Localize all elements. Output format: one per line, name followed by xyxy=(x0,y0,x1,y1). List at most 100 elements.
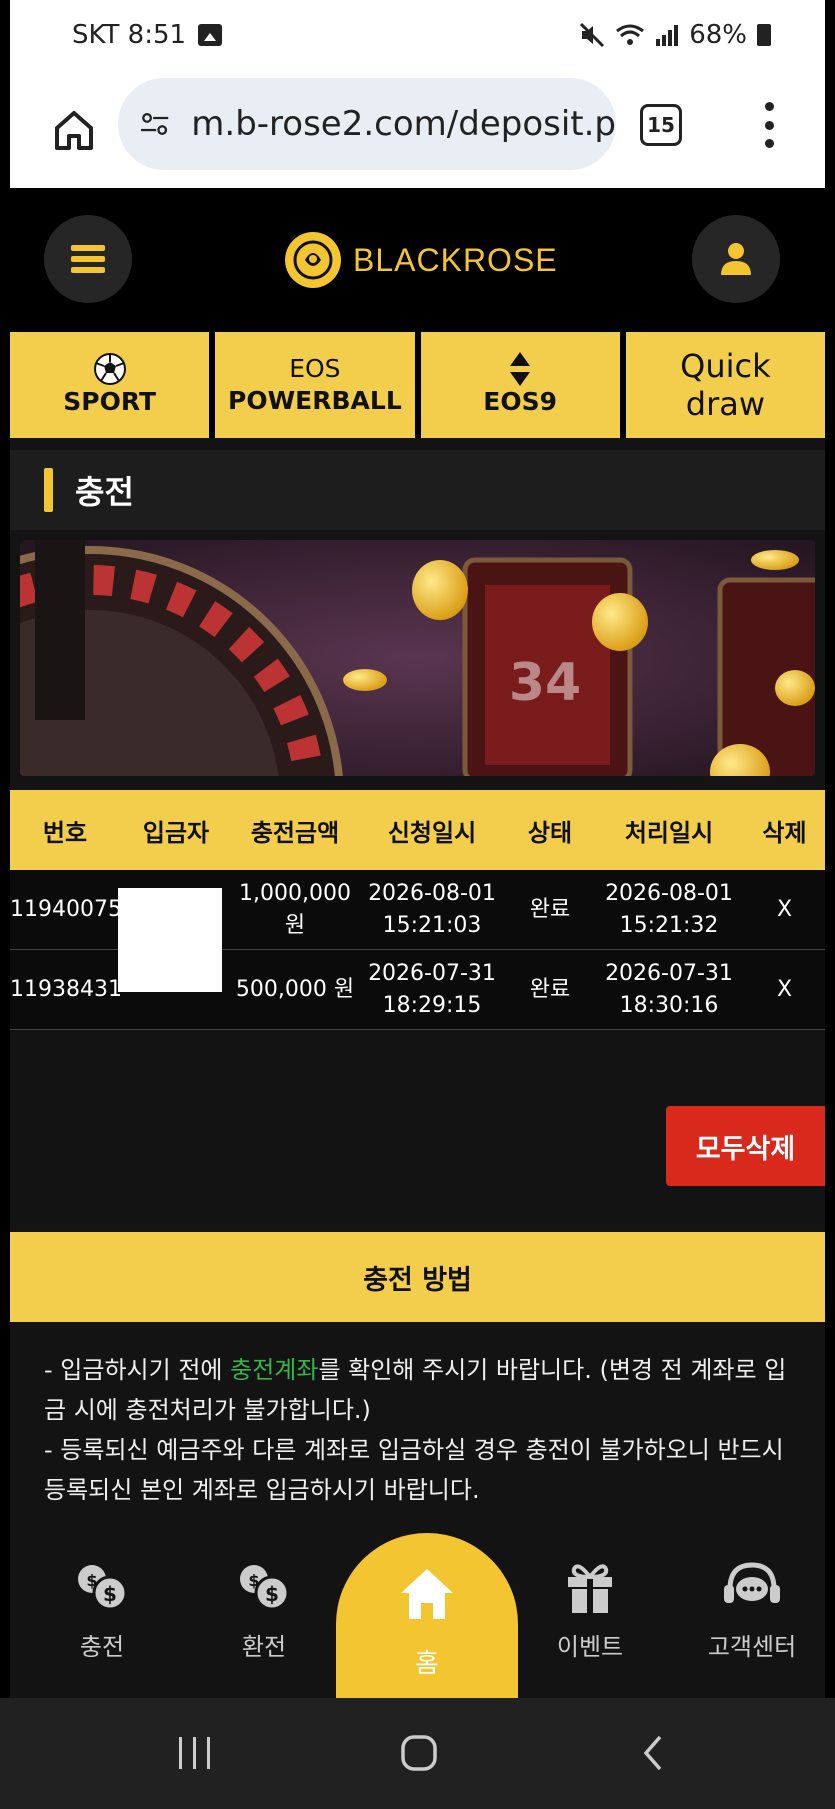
up-down-arrow-icon xyxy=(510,352,531,386)
game-nav-label-line2: draw xyxy=(685,385,765,423)
process-time: 15:21:32 xyxy=(619,912,719,938)
android-home-button[interactable] xyxy=(394,1728,444,1778)
dot xyxy=(764,120,774,130)
hamburger-icon xyxy=(71,240,105,278)
coins-icon: $$ xyxy=(240,1565,290,1611)
mute-icon xyxy=(580,22,605,48)
svg-text:$: $ xyxy=(86,1571,97,1590)
game-nav-eos9[interactable]: EOS9 xyxy=(420,332,620,438)
dot xyxy=(764,139,774,148)
battery-percent: 68% xyxy=(689,20,747,50)
banner-card-number: 34 xyxy=(509,653,581,713)
dot xyxy=(764,102,774,111)
bottom-nav-home[interactable]: 홈 xyxy=(336,1533,518,1698)
instruction-line: - 등록되신 예금주와 다른 계좌로 입금하실 경우 충전이 불가하오니 반드시… xyxy=(44,1436,784,1504)
android-navigation-bar xyxy=(0,1698,835,1809)
row-process-datetime: 2026-08-01 15:21:32 xyxy=(594,878,744,942)
coin xyxy=(592,593,648,651)
home-outline-icon xyxy=(55,111,93,150)
deposit-account-link[interactable]: 충전계좌 xyxy=(230,1356,318,1384)
process-time: 18:30:16 xyxy=(619,992,719,1018)
game-nav-sport[interactable]: SPORT xyxy=(10,332,210,438)
bottom-nav-label: 고객센터 xyxy=(707,1633,797,1661)
coin xyxy=(775,670,815,706)
site-logo[interactable]: BLACKROSE xyxy=(285,232,558,288)
bottom-nav: $ $ 충전 $ $ 환전 홈 이벤트 고객센터 xyxy=(10,1533,825,1698)
headset-chat-icon xyxy=(724,1562,780,1603)
page-title: 충전 xyxy=(75,473,134,511)
game-nav-quick-draw[interactable]: Quick draw xyxy=(625,332,825,438)
row-request-datetime: 2026-08-01 15:21:03 xyxy=(358,878,506,942)
recent-apps-button[interactable] xyxy=(170,1728,220,1778)
url-text: m.b-rose2.com/deposit.p xyxy=(191,104,616,144)
coin xyxy=(412,560,468,620)
row-amount: 1,000,000 원 xyxy=(232,878,358,942)
status-bar: SKT 8:51 68% xyxy=(10,0,825,72)
bottom-nav-withdraw[interactable]: $ $ 환전 xyxy=(194,1555,334,1662)
row-id: 11938431 xyxy=(10,976,122,1002)
bottom-nav-label: 환전 xyxy=(241,1633,287,1661)
row-id: 11940075 xyxy=(10,896,122,922)
game-nav: SPORT EOS POWERBALL EOS9 Quick draw xyxy=(10,332,825,438)
col-header: 처리일시 xyxy=(624,818,714,847)
row-status: 완료 xyxy=(529,896,571,922)
browser-menu-button[interactable] xyxy=(762,102,776,148)
amount-line1: 500,000 원 xyxy=(235,976,355,1002)
bottom-nav-deposit[interactable]: $ $ 충전 xyxy=(32,1555,172,1662)
browser-home-button[interactable] xyxy=(44,100,104,160)
game-nav-label: EOS9 xyxy=(483,387,557,416)
method-title: 충전 방법 xyxy=(10,1232,825,1322)
game-nav-eos-powerball[interactable]: EOS POWERBALL xyxy=(215,332,415,438)
method-instructions: - 입금하시기 전에 충전계좌를 확인해 주시기 바랍니다. (변경 전 계좌로… xyxy=(10,1322,825,1522)
col-header: 입금자 xyxy=(142,818,210,847)
request-time: 18:29:15 xyxy=(382,992,482,1018)
back-chevron-icon xyxy=(643,1735,662,1771)
bottom-nav-event[interactable]: 이벤트 xyxy=(520,1555,660,1662)
battery-icon xyxy=(757,24,771,46)
instruction-line: - 입금하시기 전에 충전계좌를 확인해 주시기 바랍니다. (변경 전 계좌로… xyxy=(44,1356,787,1424)
table-header: 번호 입금자 충전금액 신청일시 상태 처리일시 삭제 xyxy=(10,790,825,870)
bottom-nav-label: 이벤트 xyxy=(556,1633,624,1661)
recent-apps-icon xyxy=(179,1737,210,1769)
svg-text:$: $ xyxy=(103,1582,117,1606)
row-delete-button[interactable]: X xyxy=(744,894,825,926)
site-header: BLACKROSE xyxy=(10,188,825,332)
col-header: 상태 xyxy=(527,818,573,847)
back-button[interactable] xyxy=(628,1728,678,1778)
amount-line2: 원 xyxy=(284,912,306,938)
coin xyxy=(751,550,799,570)
address-bar[interactable]: m.b-rose2.com/deposit.p xyxy=(118,78,616,170)
home-icon xyxy=(401,1569,453,1619)
carrier-time: SKT 8:51 xyxy=(72,20,187,50)
tab-switcher-button[interactable]: 15 xyxy=(640,104,682,146)
row-status: 완료 xyxy=(529,976,571,1002)
user-profile-button[interactable] xyxy=(692,215,780,303)
svg-text:$: $ xyxy=(248,1571,259,1590)
site-content: BLACKROSE SPORT EOS POWERBALL EOS9 Quick… xyxy=(10,188,825,1698)
row-delete-button[interactable]: X xyxy=(744,974,825,1006)
row-request-datetime: 2026-07-31 18:29:15 xyxy=(358,958,506,1022)
row-amount: 500,000 원 xyxy=(232,974,358,1006)
bottom-nav-label: 홈 xyxy=(415,1649,439,1679)
signal-icon xyxy=(656,25,679,46)
soccer-ball-icon xyxy=(93,353,126,385)
gift-icon xyxy=(568,1564,612,1613)
coins-icon: $$ xyxy=(78,1565,128,1611)
rose-logo-icon xyxy=(285,232,341,288)
delete-all-button[interactable]: 모두삭제 xyxy=(666,1106,825,1186)
row-process-datetime: 2026-07-31 18:30:16 xyxy=(594,958,744,1022)
request-date: 2026-08-01 xyxy=(368,880,496,906)
game-nav-label-line1: EOS xyxy=(289,354,341,383)
hamburger-menu-button[interactable] xyxy=(44,215,132,303)
bottom-nav-support[interactable]: 고객센터 xyxy=(682,1555,822,1662)
request-time: 15:21:03 xyxy=(382,912,482,938)
banner-art: 34 xyxy=(20,540,815,776)
android-home-icon xyxy=(401,1735,437,1771)
logo-text: BLACKROSE xyxy=(353,241,558,278)
coin xyxy=(343,669,387,691)
gallery-notification-icon xyxy=(198,24,223,46)
title-accent-bar xyxy=(44,468,53,512)
bottom-nav-label: 충전 xyxy=(79,1633,125,1661)
site-settings-icon[interactable] xyxy=(138,104,171,144)
svg-text:$: $ xyxy=(265,1582,279,1606)
